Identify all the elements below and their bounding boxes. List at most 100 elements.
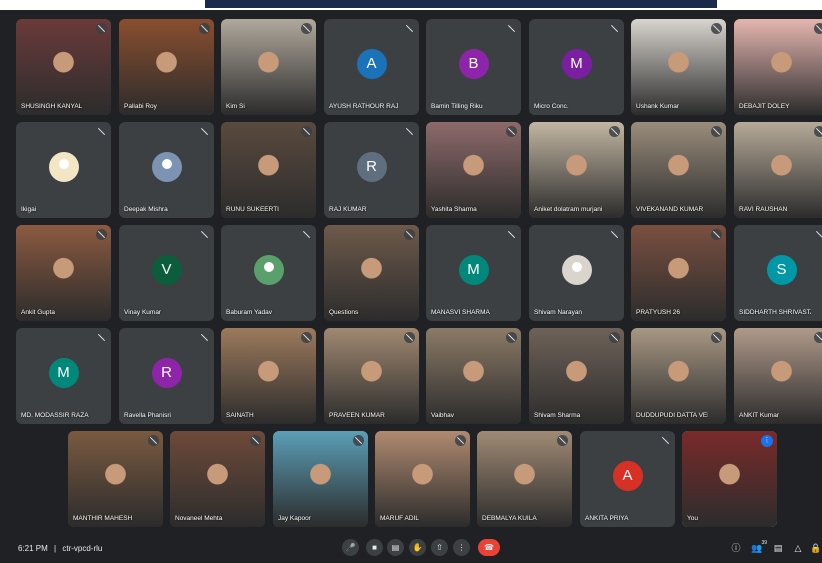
avatar: R bbox=[356, 152, 387, 182]
participant-name: Kim Si bbox=[226, 103, 245, 110]
participant-name: DUDDUPUDI DATTA VEDESH bbox=[636, 412, 708, 419]
camera-button[interactable]: ■ bbox=[366, 539, 383, 556]
video-feed bbox=[221, 19, 316, 115]
mic-off-icon bbox=[506, 229, 517, 240]
participant-tile[interactable]: ANKIT Kumar bbox=[734, 328, 822, 424]
participant-tile[interactable]: VIVEKANAND KUMAR bbox=[631, 122, 726, 218]
clock-time: 6:21 PM bbox=[18, 544, 48, 553]
participant-name: MANTHIR MAHESH bbox=[73, 515, 133, 522]
video-feed bbox=[273, 431, 368, 527]
participant-name: You bbox=[687, 515, 698, 522]
participant-tile[interactable]: R Ravella Phanisri bbox=[119, 328, 214, 424]
profile-photo bbox=[48, 152, 79, 182]
microphone-button[interactable]: 🎤 bbox=[342, 539, 359, 556]
meeting-code: ctr-vpcd-rlu bbox=[62, 544, 103, 553]
participant-name: Baburam Yadav bbox=[226, 309, 273, 316]
participant-tile[interactable]: Ikigai bbox=[16, 122, 111, 218]
video-feed bbox=[631, 122, 726, 218]
participant-tile[interactable]: Baburam Yadav bbox=[221, 225, 316, 321]
mic-off-icon bbox=[455, 435, 466, 446]
camera-icon: ■ bbox=[372, 543, 377, 552]
people-button[interactable]: 👥 39 bbox=[751, 540, 767, 554]
activities-button[interactable]: △ bbox=[792, 542, 804, 554]
mic-off-icon bbox=[96, 229, 107, 240]
more-vert-icon: ⋮ bbox=[457, 543, 466, 552]
participant-name: Ravella Phanisri bbox=[124, 412, 171, 419]
avatar: M bbox=[458, 255, 489, 285]
participant-name: Shivam Sharma bbox=[534, 412, 581, 419]
participant-tile[interactable]: ⋮ You bbox=[682, 431, 777, 527]
participant-tile[interactable]: M MD. MODASSIR RAZA bbox=[16, 328, 111, 424]
leave-call-button[interactable]: ☎ bbox=[478, 539, 500, 556]
mic-off-icon bbox=[711, 332, 722, 343]
call-end-icon: ☎ bbox=[484, 543, 494, 552]
participant-name: PRAVEEN KUMAR bbox=[329, 412, 385, 419]
participant-tile[interactable]: Kim Si bbox=[221, 19, 316, 115]
participant-tile[interactable]: Ankit Gupta bbox=[16, 225, 111, 321]
participant-tile[interactable]: PRATYUSH 26 bbox=[631, 225, 726, 321]
mic-off-icon bbox=[609, 229, 620, 240]
participant-tile[interactable]: Shivam Sharma bbox=[529, 328, 624, 424]
participants-count: 39 bbox=[761, 540, 767, 546]
mic-off-icon bbox=[660, 435, 671, 446]
mic-off-icon bbox=[199, 23, 210, 34]
participant-tile[interactable]: Deepak Mishra bbox=[119, 122, 214, 218]
participant-tile[interactable]: MARUF ADIL bbox=[375, 431, 470, 527]
raise-hand-button[interactable]: ✋ bbox=[409, 539, 426, 556]
participant-tile[interactable]: Yashita Sharma bbox=[426, 122, 521, 218]
present-button[interactable]: ⇧ bbox=[431, 539, 448, 556]
participant-grid: SHUSINGH KANYAL Pallabi Roy Kim Si A AYUSH R… bbox=[0, 10, 822, 535]
participant-tile[interactable]: R RAJ KUMAR bbox=[324, 122, 419, 218]
mic-off-icon bbox=[199, 332, 210, 343]
video-feed bbox=[631, 328, 726, 424]
participant-name: MD. MODASSIR RAZA bbox=[21, 412, 89, 419]
participant-tile[interactable]: RUNU SUKEERTI bbox=[221, 122, 316, 218]
participant-name: Ikigai bbox=[21, 206, 37, 213]
video-feed bbox=[631, 225, 726, 321]
participant-tile[interactable]: Questions bbox=[324, 225, 419, 321]
participant-tile[interactable]: Novaneel Mehta bbox=[170, 431, 265, 527]
video-feed bbox=[68, 431, 163, 527]
control-bar: 6:21 PM | ctr-vpcd-rlu 🎤 ■ ▤ ✋ ⇧ ⋮ ☎ ⓘ 👥… bbox=[0, 535, 822, 563]
participant-tile[interactable]: S SIDDHARTH SHRIVASTAVA bbox=[734, 225, 822, 321]
mic-off-icon bbox=[301, 23, 312, 34]
participant-name: SHUSINGH KANYAL bbox=[21, 103, 83, 110]
participant-tile[interactable]: RAVI RAUSHAN bbox=[734, 122, 822, 218]
participant-tile[interactable]: DUDDUPUDI DATTA VEDESH bbox=[631, 328, 726, 424]
participant-name: Jay Kapoor bbox=[278, 515, 311, 522]
participant-tile[interactable]: Jay Kapoor bbox=[273, 431, 368, 527]
chat-button[interactable]: ▤ bbox=[772, 542, 784, 554]
more-options-button[interactable]: ⋮ bbox=[453, 539, 470, 556]
participant-tile[interactable]: MANTHIR MAHESH bbox=[68, 431, 163, 527]
participant-tile[interactable]: Aniket dolatram murjani bbox=[529, 122, 624, 218]
participant-tile[interactable]: SAINATH bbox=[221, 328, 316, 424]
captions-button[interactable]: ▤ bbox=[387, 539, 404, 556]
meeting-info-button[interactable]: ⓘ bbox=[730, 542, 742, 554]
video-feed bbox=[734, 19, 822, 115]
participant-tile[interactable]: DEBAJIT DOLEY bbox=[734, 19, 822, 115]
mic-off-icon bbox=[814, 332, 822, 343]
host-controls-button[interactable]: 🔒 bbox=[810, 542, 822, 554]
mic-off-icon bbox=[711, 23, 722, 34]
participant-tile[interactable]: M Micro Conc. bbox=[529, 19, 624, 115]
mic-off-icon bbox=[404, 126, 415, 137]
activities-icon: △ bbox=[794, 543, 802, 553]
participant-tile[interactable]: B Bamin Tilling Riku bbox=[426, 19, 521, 115]
participant-tile[interactable]: M MANASVI SHARMA bbox=[426, 225, 521, 321]
participant-tile[interactable]: PRAVEEN KUMAR bbox=[324, 328, 419, 424]
profile-photo bbox=[561, 255, 592, 285]
captions-icon: ▤ bbox=[391, 543, 400, 552]
participant-tile[interactable]: A ANKITA PRIYA bbox=[580, 431, 675, 527]
participant-tile[interactable]: SHUSINGH KANYAL bbox=[16, 19, 111, 115]
participant-tile[interactable]: Pallabi Roy bbox=[119, 19, 214, 115]
participant-tile[interactable]: V Vinay Kumar bbox=[119, 225, 214, 321]
participant-tile[interactable]: Shivam Narayan bbox=[529, 225, 624, 321]
participant-name: Ankit Gupta bbox=[21, 309, 55, 316]
video-feed bbox=[324, 225, 419, 321]
participant-tile[interactable]: A AYUSH RATHOUR RAJ bbox=[324, 19, 419, 115]
meeting-details: 6:21 PM | ctr-vpcd-rlu bbox=[18, 544, 102, 553]
participant-tile[interactable]: DEBMALYA KUILA bbox=[477, 431, 572, 527]
participant-name: SAINATH bbox=[226, 412, 254, 419]
participant-tile[interactable]: Ushank Kumar bbox=[631, 19, 726, 115]
participant-tile[interactable]: Vaibhav bbox=[426, 328, 521, 424]
